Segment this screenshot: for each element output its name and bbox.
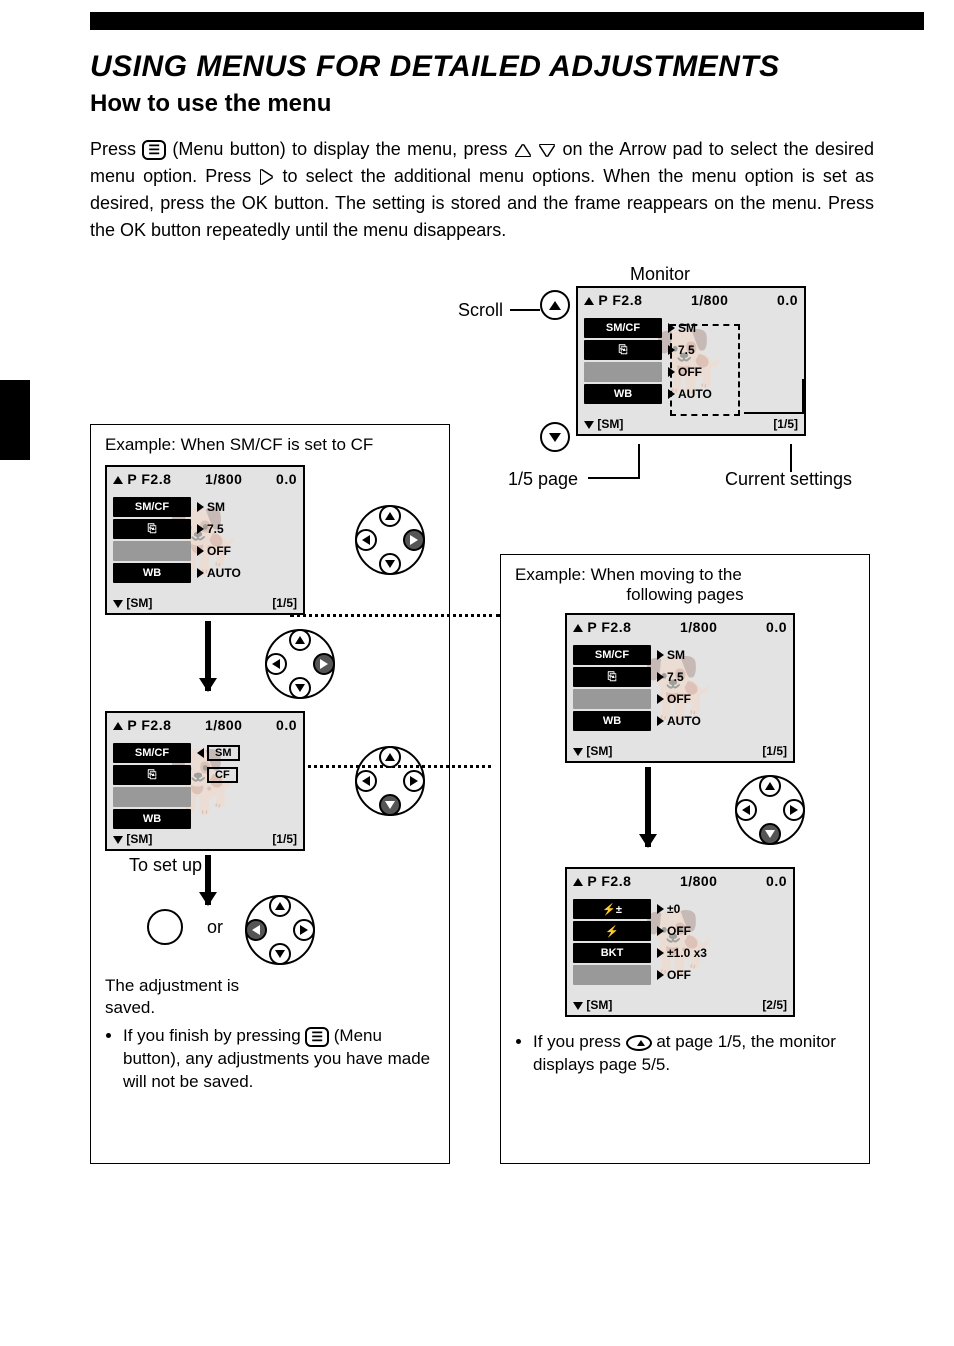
page-indicator: [1/5] <box>773 417 798 431</box>
callout-line <box>510 309 540 311</box>
para-text: Press <box>90 139 142 159</box>
row-label: SM/CF <box>584 318 662 338</box>
menu-button-icon: ☰ <box>142 140 166 160</box>
row-value: OFF <box>678 365 702 379</box>
page-content: USING MENUS FOR DETAILED ADJUSTMENTS How… <box>0 30 954 1214</box>
menu-screen: 🐕 P F2.8 1/800 0.0 SM/CFSM ⎘7.5 OFF WBAU… <box>565 613 795 763</box>
row-value: 7.5 <box>678 343 695 357</box>
right-arrow-icon <box>261 170 272 184</box>
flash-comp-icon: ⚡± <box>573 899 651 919</box>
dotted-connector <box>290 614 500 617</box>
row-label: WB <box>584 384 662 404</box>
scroll-up-circle <box>540 290 570 320</box>
note-item: If you press at page 1/5, the monitor di… <box>533 1031 855 1077</box>
row-label-blank <box>584 362 662 382</box>
example-heading: Example: When moving to the <box>515 565 855 585</box>
scroll-down-circle <box>540 422 570 452</box>
shutter-value: 1/800 <box>691 292 729 308</box>
adjustment-saved-text: The adjustment is saved. <box>105 975 275 1019</box>
option-sm: SM <box>207 745 240 761</box>
to-set-up-label: To set up <box>129 855 202 876</box>
example-heading: Example: When SM/CF is set to CF <box>105 435 435 455</box>
row-value: AUTO <box>678 387 712 401</box>
callout-line <box>638 444 640 479</box>
callout-bracket <box>744 379 804 414</box>
flow-arrow-down <box>205 855 211 905</box>
drive-icon: ⎘ <box>584 340 662 360</box>
up-arrow-icon <box>516 145 530 156</box>
note-item: If you finish by pressing ☰ (Menu button… <box>123 1025 435 1094</box>
page-title: USING MENUS FOR DETAILED ADJUSTMENTS <box>90 50 874 84</box>
card-indicator: [SM] <box>597 417 623 431</box>
monitor-label: Monitor <box>630 264 690 285</box>
arrow-pad[interactable] <box>355 505 425 575</box>
row-value: SM <box>678 321 696 335</box>
arrow-pad[interactable] <box>355 746 425 816</box>
example-box-right: Example: When moving to the following pa… <box>500 554 870 1164</box>
or-label: or <box>207 917 223 938</box>
example-heading: following pages <box>515 585 855 605</box>
diagram-area: Monitor Scroll 🐕 P F2.8 1/800 0.0 SM/CFS… <box>90 274 874 1174</box>
page-subtitle: How to use the menu <box>90 90 874 118</box>
ok-button[interactable] <box>147 909 183 945</box>
page-indicator: [2/5] <box>762 998 787 1012</box>
arrow-pad[interactable] <box>245 895 315 965</box>
aperture-value: F2.8 <box>612 292 642 308</box>
para-text: (Menu button) to display the menu, press <box>172 139 513 159</box>
page-frac-label: 1/5 page <box>508 469 578 490</box>
callout-line <box>588 477 638 479</box>
scroll-label: Scroll <box>458 300 503 321</box>
option-cf: CF <box>207 767 238 783</box>
intro-paragraph: Press ☰ (Menu button) to display the men… <box>90 136 874 244</box>
ev-value: 0.0 <box>777 292 798 308</box>
flow-arrow-down <box>205 621 211 691</box>
example-box-left: Example: When SM/CF is set to CF 🐕 P F2.… <box>90 424 450 1164</box>
menu-button-icon: ☰ <box>305 1027 329 1047</box>
up-scroll-icon <box>626 1035 652 1051</box>
top-black-bar <box>90 12 924 30</box>
menu-screen: 🐕 P F2.8 1/800 0.0 SM/CFSM ⎘7.5 OFF WBAU… <box>105 465 305 615</box>
note-text: If you press <box>533 1032 626 1051</box>
note-list-left: If you finish by pressing ☰ (Menu button… <box>105 1025 435 1094</box>
arrow-pad[interactable] <box>265 629 335 699</box>
down-arrow-icon <box>540 145 554 156</box>
menu-screen-page2: 🐕 P F2.8 1/800 0.0 ⚡±±0 ⚡OFF BKT±1.0 x3 … <box>565 867 795 1017</box>
menu-screen-options: 🐕 P F2.8 1/800 0.0 SM/CFSM ⎘CF WB [SM][1… <box>105 711 305 851</box>
flow-arrow-down <box>645 767 651 847</box>
mode-value: P <box>598 292 608 308</box>
flash-icon: ⚡ <box>573 921 651 941</box>
callout-line <box>790 444 792 472</box>
arrow-pad[interactable] <box>735 775 805 845</box>
note-list-right: If you press at page 1/5, the monitor di… <box>515 1031 855 1077</box>
current-settings-label: Current settings <box>725 469 852 490</box>
